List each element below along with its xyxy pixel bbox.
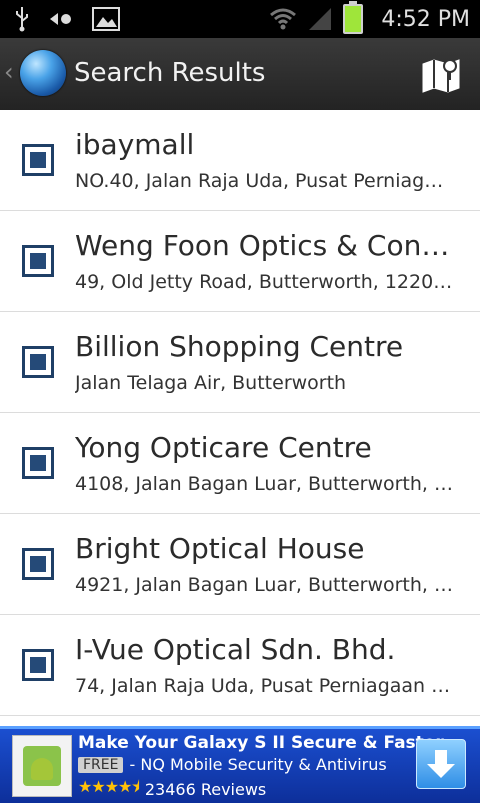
result-title: Yong Opticare Centre — [75, 431, 372, 464]
wifi-icon — [50, 13, 71, 25]
map-icon[interactable] — [420, 54, 462, 94]
list-item[interactable]: Weng Foon Optics & Cont… 49, Old Jetty R… — [0, 211, 480, 312]
result-address: 74, Jalan Raja Uda, Pusat Perniagaan … — [75, 675, 451, 697]
list-item[interactable]: Yong Opticare Centre 4108, Jalan Bagan L… — [0, 413, 480, 514]
list-item[interactable]: Bright Optical House 4921, Jalan Bagan L… — [0, 514, 480, 615]
cell-signal-icon — [309, 8, 332, 30]
result-address: 4921, Jalan Bagan Luar, Butterworth, … — [75, 574, 453, 596]
location-marker-icon — [22, 649, 54, 681]
ad-banner[interactable]: Make Your Galaxy S II Secure & Faster FR… — [0, 726, 480, 803]
ad-product: - NQ Mobile Security & Antivirus — [129, 755, 387, 774]
ad-product-line: FREE - NQ Mobile Security & Antivirus — [78, 755, 387, 774]
globe-icon[interactable] — [20, 50, 66, 96]
ad-reviews: 23466 Reviews — [144, 780, 267, 799]
location-marker-icon — [22, 447, 54, 479]
page-title: Search Results — [74, 58, 266, 88]
result-address: 49, Old Jetty Road, Butterworth, 1220… — [75, 271, 453, 293]
result-address: 4108, Jalan Bagan Luar, Butterworth, … — [75, 473, 453, 495]
location-marker-icon — [22, 346, 54, 378]
status-time: 4:52 PM — [381, 6, 470, 32]
result-title: Bright Optical House — [75, 532, 365, 565]
image-icon — [92, 7, 120, 31]
free-badge: FREE — [78, 756, 124, 773]
star-rating-icon: ★★★★⯨ — [78, 777, 140, 796]
usb-icon — [16, 7, 28, 32]
results-list: ibaymall NO.40, Jalan Raja Uda, Pusat Pe… — [0, 110, 480, 730]
location-marker-icon — [22, 245, 54, 277]
result-title: Weng Foon Optics & Cont… — [75, 229, 460, 262]
action-bar: ‹ Search Results — [0, 38, 480, 110]
wifi-signal-icon — [270, 8, 297, 30]
result-title: ibaymall — [75, 128, 195, 161]
list-item[interactable]: I-Vue Optical Sdn. Bhd. 74, Jalan Raja U… — [0, 615, 480, 716]
result-title: Billion Shopping Centre — [75, 330, 404, 363]
list-item[interactable]: ibaymall NO.40, Jalan Raja Uda, Pusat Pe… — [0, 110, 480, 211]
download-button[interactable] — [416, 739, 466, 789]
chevron-left-icon[interactable]: ‹ — [4, 58, 14, 86]
result-title: I-Vue Optical Sdn. Bhd. — [75, 633, 396, 666]
download-arrow-icon — [427, 750, 455, 778]
android-icon — [31, 758, 53, 780]
ad-headline: Make Your Galaxy S II Secure & Faster — [78, 733, 444, 753]
result-address: NO.40, Jalan Raja Uda, Pusat Perniag… — [75, 170, 444, 192]
ad-rating: ★★★★⯨ 23466 Reviews — [78, 776, 266, 803]
ad-app-icon — [12, 735, 72, 797]
location-marker-icon — [22, 144, 54, 176]
list-item[interactable]: Billion Shopping Centre Jalan Telaga Air… — [0, 312, 480, 413]
battery-charging-icon — [343, 1, 364, 34]
result-address: Jalan Telaga Air, Butterworth — [75, 372, 347, 394]
location-marker-icon — [22, 548, 54, 580]
status-bar: 4:52 PM — [0, 0, 480, 38]
